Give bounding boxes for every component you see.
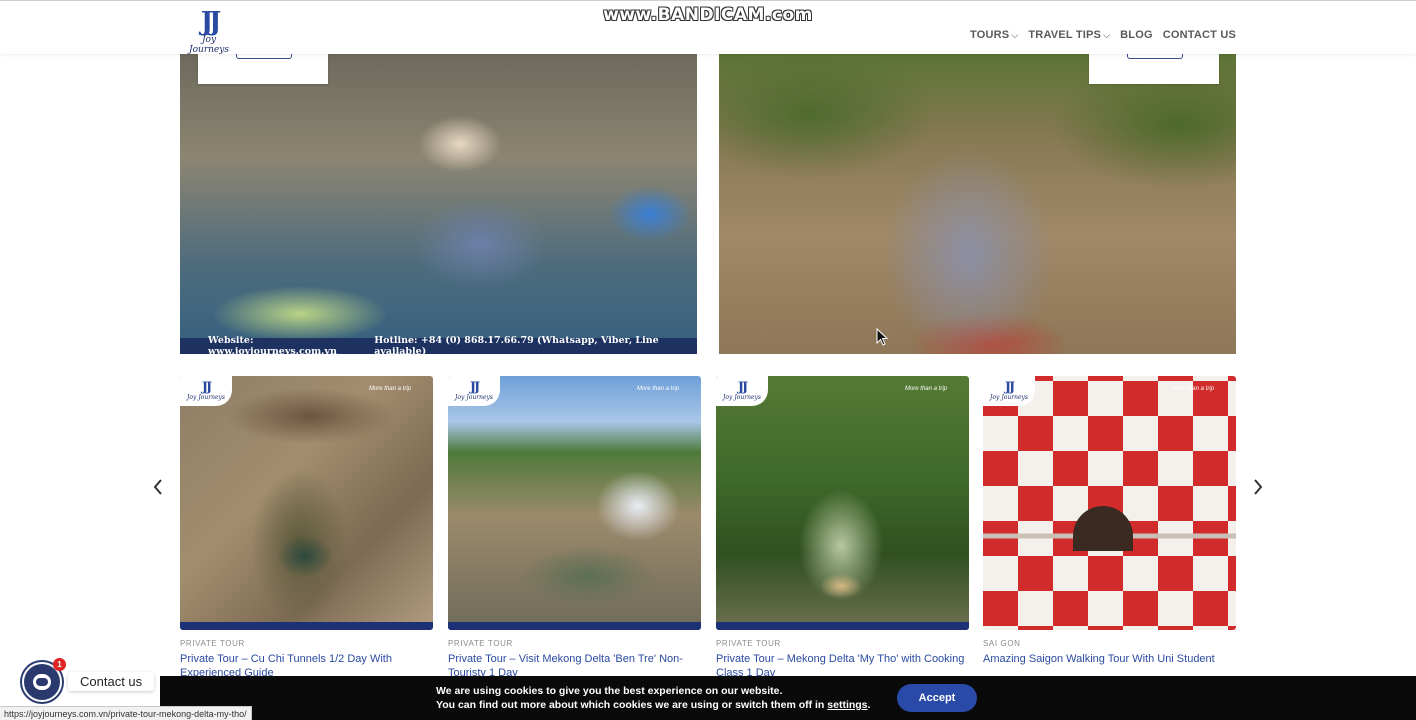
cookie-line-2-text: You can find out more about which cookie… [436,699,828,711]
accept-cookies-button[interactable]: Accept [897,684,977,712]
chevron-right-icon[interactable] [1248,476,1268,504]
card-tagline: More than a trip [636,386,679,392]
logo-mark: JJ [200,7,222,37]
badge-logo-mark: JJ [1004,380,1015,395]
tour-card-category: PRIVATE TOUR [180,639,245,648]
cookie-line-2: You can find out more about which cookie… [436,698,870,712]
notification-badge: 1 [53,658,66,671]
badge-logo-wordmark: Joy Journeys [455,394,493,401]
card-footer-bar [448,622,701,630]
mouse-cursor-icon [876,327,889,351]
main-nav: TOURS ⌵ TRAVEL TIPS ⌵ BLOG CONTACT US [970,29,1236,41]
badge-logo-wordmark: Joy Journeys [187,394,225,401]
site-header: JJ Joy Journeys www.BANDICAM.com TOURS ⌵… [0,0,1416,55]
tour-card[interactable]: JJ Joy Journeys More than a trip SAI GON… [983,376,1236,680]
chevron-down-icon: ⌵ [1103,29,1111,40]
card-logo-badge: JJ Joy Journeys [180,376,232,406]
tour-card[interactable]: JJ Joy Journeys More than a trip PRIVATE… [180,376,433,680]
recording-watermark: www.BANDICAM.com [603,5,813,25]
caption-hotline: Hotline: +84 (0) 868.17.66.79 (Whatsapp,… [374,335,659,354]
card-footer-bar [180,622,433,630]
cookie-line-1: We are using cookies to give you the bes… [436,685,783,697]
tour-card-category: PRIVATE TOUR [448,639,513,648]
card-logo-badge: JJ Joy Journeys [448,376,500,406]
chevron-left-icon[interactable] [148,476,168,504]
nav-item-label: BLOG [1120,29,1153,41]
logo-wordmark: Joy Journeys [189,35,229,55]
nav-item-label: TRAVEL TIPS [1028,29,1102,41]
card-footer-bar [716,622,969,630]
featured-photo-boat-couple[interactable] [719,54,1236,354]
featured-card-tab[interactable] [1089,54,1219,84]
nav-item-tours[interactable]: TOURS ⌵ [970,29,1018,41]
tour-card-image[interactable]: JJ Joy Journeys More than a trip [716,376,969,630]
site-logo[interactable]: JJ Joy Journeys [182,7,236,55]
cookie-line-2-end: . [867,699,871,711]
cookie-consent-bar: We are using cookies to give you the bes… [160,676,1416,720]
badge-logo-wordmark: Joy Journeys [990,394,1028,401]
tour-card-category: PRIVATE TOUR [716,639,781,648]
tour-card-image[interactable]: JJ Joy Journeys More than a trip [448,376,701,630]
card-logo-badge: JJ Joy Journeys [716,376,768,406]
nav-item-label: CONTACT US [1162,29,1236,41]
contact-us-label[interactable]: Contact us [68,672,155,691]
nav-item-contact-us[interactable]: CONTACT US [1163,29,1236,41]
featured-photo-floating-market[interactable]: Website: www.joyjourneys.com.vn Hotline:… [180,54,697,354]
caption-website: Website: www.joyjourneys.com.vn [208,335,337,354]
tour-card-image[interactable]: JJ Joy Journeys More than a trip [983,376,1236,630]
card-logo-badge: JJ Joy Journeys [983,376,1035,406]
badge-logo-mark: JJ [201,380,212,395]
photo-caption-bar: Website: www.joyjourneys.com.vn Hotline:… [180,335,697,354]
cookie-message: We are using cookies to give you the bes… [436,684,870,712]
nav-item-travel-tips[interactable]: TRAVEL TIPS ⌵ [1028,29,1110,41]
tour-card[interactable]: JJ Joy Journeys More than a trip PRIVATE… [448,376,701,680]
tour-card-image[interactable]: JJ Joy Journeys More than a trip [180,376,433,630]
card-tagline: More than a trip [1171,386,1214,392]
featured-card-tab[interactable] [198,54,328,84]
badge-logo-mark: JJ [737,380,748,395]
card-tagline: More than a trip [904,386,947,392]
status-bar-url: https://joyjourneys.com.vn/private-tour-… [0,706,252,720]
badge-logo-wordmark: Joy Journeys [723,394,761,401]
chevron-down-icon: ⌵ [1011,29,1019,40]
badge-logo-mark: JJ [469,380,480,395]
card-tagline: More than a trip [368,386,411,392]
nav-item-blog[interactable]: BLOG [1120,29,1153,41]
cookie-settings-link[interactable]: settings [827,699,867,711]
tour-card[interactable]: JJ Joy Journeys More than a trip PRIVATE… [716,376,969,680]
tour-card-category: SAI GON [983,639,1021,648]
nav-item-label: TOURS [970,29,1010,41]
